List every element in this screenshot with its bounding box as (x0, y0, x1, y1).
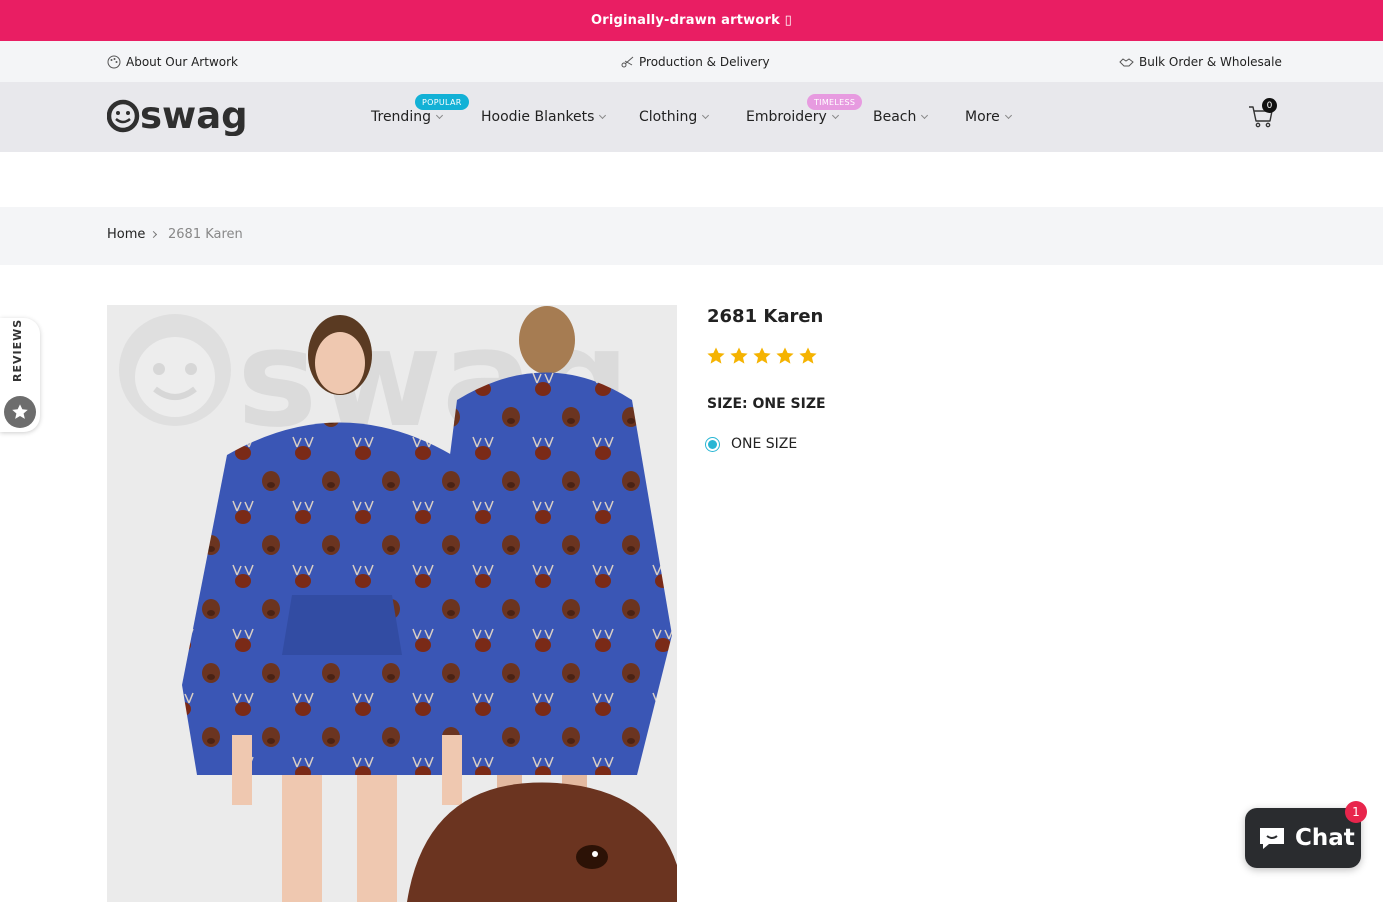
nav-trending[interactable]: Trending (371, 82, 444, 152)
chevron-down-icon (702, 111, 710, 119)
nav-clothing-label: Clothing (639, 109, 698, 125)
size-option-one-size[interactable]: ONE SIZE (705, 436, 797, 452)
reviews-tab-label: REVIEWS (11, 318, 24, 382)
rating-stars[interactable] (706, 346, 818, 366)
bulk-order-link[interactable]: Bulk Order & Wholesale (1119, 41, 1282, 82)
chat-bubble-icon (1260, 828, 1284, 849)
chat-label: Chat (1295, 825, 1355, 851)
size-label: SIZE: ONE SIZE (707, 396, 826, 412)
bulk-order-label: Bulk Order & Wholesale (1139, 54, 1282, 69)
nav-beach[interactable]: Beach (873, 82, 929, 152)
product-photo: swag (107, 305, 677, 902)
radio-selected-dot (708, 439, 717, 449)
nav-embroidery-label: Embroidery (746, 109, 827, 125)
reviews-star-icon (4, 396, 36, 428)
about-artwork-label: About Our Artwork (126, 54, 238, 69)
chevron-down-icon (921, 111, 929, 119)
star-icon (799, 347, 817, 364)
size-radio[interactable] (705, 436, 720, 452)
handshake-icon (1119, 57, 1134, 66)
cart-count-badge: 0 (1262, 98, 1277, 113)
product-image[interactable]: swag (107, 305, 677, 902)
production-delivery-link[interactable]: Production & Delivery (621, 41, 770, 82)
announcement-text: Originally-drawn artwork ▯ (590, 13, 793, 28)
nav-clothing[interactable]: Clothing (639, 82, 710, 152)
chat-notification-badge: 1 (1345, 801, 1367, 823)
timeless-badge: TIMELESS (807, 94, 863, 110)
product-title: 2681 Karen (707, 306, 824, 327)
info-bar: About Our Artwork Production & Delivery … (0, 41, 1383, 82)
star-icon (776, 347, 794, 364)
chevron-down-icon (435, 111, 444, 119)
chevron-down-icon (1004, 111, 1012, 119)
popular-badge: POPULAR (415, 94, 469, 110)
logo-text: swag (140, 96, 248, 136)
nav-hoodie-blankets-label: Hoodie Blankets (481, 109, 595, 125)
star-icon (753, 347, 771, 364)
scissors-icon (621, 56, 634, 68)
nav-hoodie-blankets[interactable]: Hoodie Blankets (481, 82, 607, 152)
star-icon (707, 347, 725, 364)
site-logo[interactable]: swag (107, 96, 249, 136)
chat-button[interactable]: Chat (1245, 808, 1361, 868)
breadcrumb: Home 2681 Karen (0, 207, 1383, 265)
breadcrumb-home[interactable]: Home (107, 227, 145, 242)
palette-icon (107, 55, 121, 68)
chevron-down-icon (599, 111, 607, 119)
production-delivery-label: Production & Delivery (639, 54, 770, 69)
announcement-bar: Originally-drawn artwork ▯ (0, 0, 1383, 41)
nav-more-label: More (965, 109, 1000, 125)
star-icon (730, 347, 748, 364)
chevron-down-icon (831, 111, 839, 119)
breadcrumb-current: 2681 Karen (168, 227, 243, 242)
reviews-side-tab[interactable]: REVIEWS (0, 318, 40, 432)
nav-more[interactable]: More (965, 82, 1012, 152)
chevron-right-icon (149, 230, 158, 239)
site-header: swag Trending POPULAR Hoodie Blankets Cl… (0, 82, 1383, 152)
nav-beach-label: Beach (873, 109, 917, 125)
size-option-label: ONE SIZE (731, 436, 798, 452)
about-artwork-link[interactable]: About Our Artwork (107, 41, 238, 82)
nav-trending-label: Trending (371, 109, 431, 125)
nav-embroidery[interactable]: Embroidery (746, 82, 839, 152)
